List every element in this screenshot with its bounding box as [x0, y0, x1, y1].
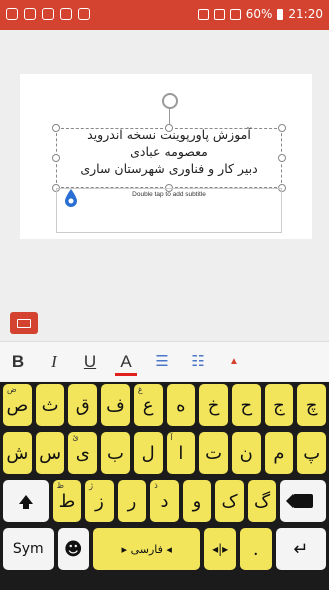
key[interactable]: ف: [101, 384, 130, 426]
status-bar: 60% 21:20: [0, 0, 329, 30]
key[interactable]: خ: [199, 384, 228, 426]
emoji-icon: ☻: [63, 538, 83, 560]
wifi-icon: [213, 8, 225, 20]
key[interactable]: ژز: [85, 480, 114, 522]
italic-button[interactable]: I: [36, 352, 72, 372]
shift-icon: [18, 494, 33, 509]
cursor-move-key[interactable]: ◂|▸: [204, 528, 236, 570]
key[interactable]: ب: [101, 432, 130, 474]
key[interactable]: ج: [264, 384, 294, 426]
battery-icon: [277, 8, 284, 20]
keyboard-toggle-button[interactable]: [10, 312, 38, 334]
backspace-icon: [286, 494, 314, 508]
clock: 21:20: [288, 7, 323, 21]
key[interactable]: ر: [117, 480, 147, 522]
font-color-button[interactable]: A: [108, 351, 144, 376]
alarm-icon: [197, 8, 209, 20]
key[interactable]: ضص: [3, 384, 32, 426]
emoji-key[interactable]: ☻: [57, 528, 90, 570]
keyboard-icon: [17, 318, 31, 328]
instagram-icon: [24, 8, 36, 20]
key[interactable]: آا: [166, 432, 196, 474]
title-line: معصومه عبادی: [130, 144, 208, 159]
underline-button[interactable]: U: [72, 352, 108, 372]
backspace-key[interactable]: [280, 480, 326, 522]
text-cursor-handle-icon[interactable]: [64, 188, 78, 208]
key[interactable]: ش: [3, 432, 32, 474]
key-row-1: ضص ث ق ف غع ه خ ح ج چ: [3, 384, 327, 426]
key-row-4: Sym ☻ ◂ فارسی ▸ ◂|▸ . ↵: [3, 528, 326, 570]
enter-icon: ↵: [293, 538, 309, 560]
numbered-list-button[interactable]: ☷: [180, 352, 216, 371]
key[interactable]: ظط: [52, 480, 82, 522]
rotate-handle-icon[interactable]: [162, 93, 178, 109]
title-line: آموزش پاورپوینت نسخه اندروید: [87, 127, 251, 142]
key[interactable]: غع: [133, 384, 163, 426]
message-icon: [42, 8, 54, 20]
keyboard: ضص ث ق ف غع ه خ ح ج چ ش س ئی ب ل آا ت ن …: [0, 382, 329, 590]
bullet-list-button[interactable]: ☰: [144, 352, 180, 371]
cursor-move-icon: ◂|▸: [212, 542, 229, 556]
font-color-label: A: [120, 351, 132, 371]
title-text[interactable]: آموزش پاورپوینت نسخه اندروید معصومه عباد…: [56, 126, 282, 177]
enter-key[interactable]: ↵: [275, 528, 326, 570]
key[interactable]: ت: [199, 432, 228, 474]
key[interactable]: م: [264, 432, 294, 474]
title-line: دبیر کار و فناوری شهرستان ساری: [80, 161, 258, 176]
key[interactable]: س: [35, 432, 65, 474]
shift-key[interactable]: [3, 480, 49, 522]
android-icon: [60, 8, 72, 20]
bold-button[interactable]: B: [0, 352, 36, 372]
system-indicators: 60% 21:20: [197, 7, 323, 21]
key[interactable]: ئی: [68, 432, 98, 474]
signal-icon: [229, 8, 241, 20]
key[interactable]: ق: [68, 384, 98, 426]
key[interactable]: ل: [133, 432, 163, 474]
screen: 60% 21:20 آموزش پاورپوینت نسخه اندروید م…: [0, 0, 329, 590]
expand-toolbar-icon[interactable]: ▲: [216, 356, 252, 367]
key-row-3: ظط ژز ر ذد و ک گ: [3, 480, 326, 522]
battery-percent: 60%: [245, 7, 273, 21]
key[interactable]: و: [182, 480, 212, 522]
key-row-2: ش س ئی ب ل آا ت ن م پ: [3, 432, 327, 474]
key[interactable]: گ: [247, 480, 277, 522]
whatsapp-icon: [6, 8, 18, 20]
format-toolbar: B I U A ☰ ☷ ▲: [0, 341, 329, 381]
key[interactable]: چ: [297, 384, 327, 426]
space-key[interactable]: ◂ فارسی ▸: [93, 528, 201, 570]
key[interactable]: پ: [297, 432, 327, 474]
key[interactable]: ک: [215, 480, 244, 522]
key[interactable]: ذد: [150, 480, 179, 522]
key[interactable]: ث: [35, 384, 65, 426]
key[interactable]: ه: [166, 384, 196, 426]
key[interactable]: ح: [231, 384, 261, 426]
font-color-swatch: [115, 372, 137, 376]
subtitle-placeholder[interactable]: Double tap to add subtitle: [56, 191, 282, 198]
period-key[interactable]: .: [239, 528, 272, 570]
notification-icons: [6, 8, 90, 20]
sym-key[interactable]: Sym: [3, 528, 54, 570]
key[interactable]: ن: [231, 432, 261, 474]
image-icon: [78, 8, 90, 20]
